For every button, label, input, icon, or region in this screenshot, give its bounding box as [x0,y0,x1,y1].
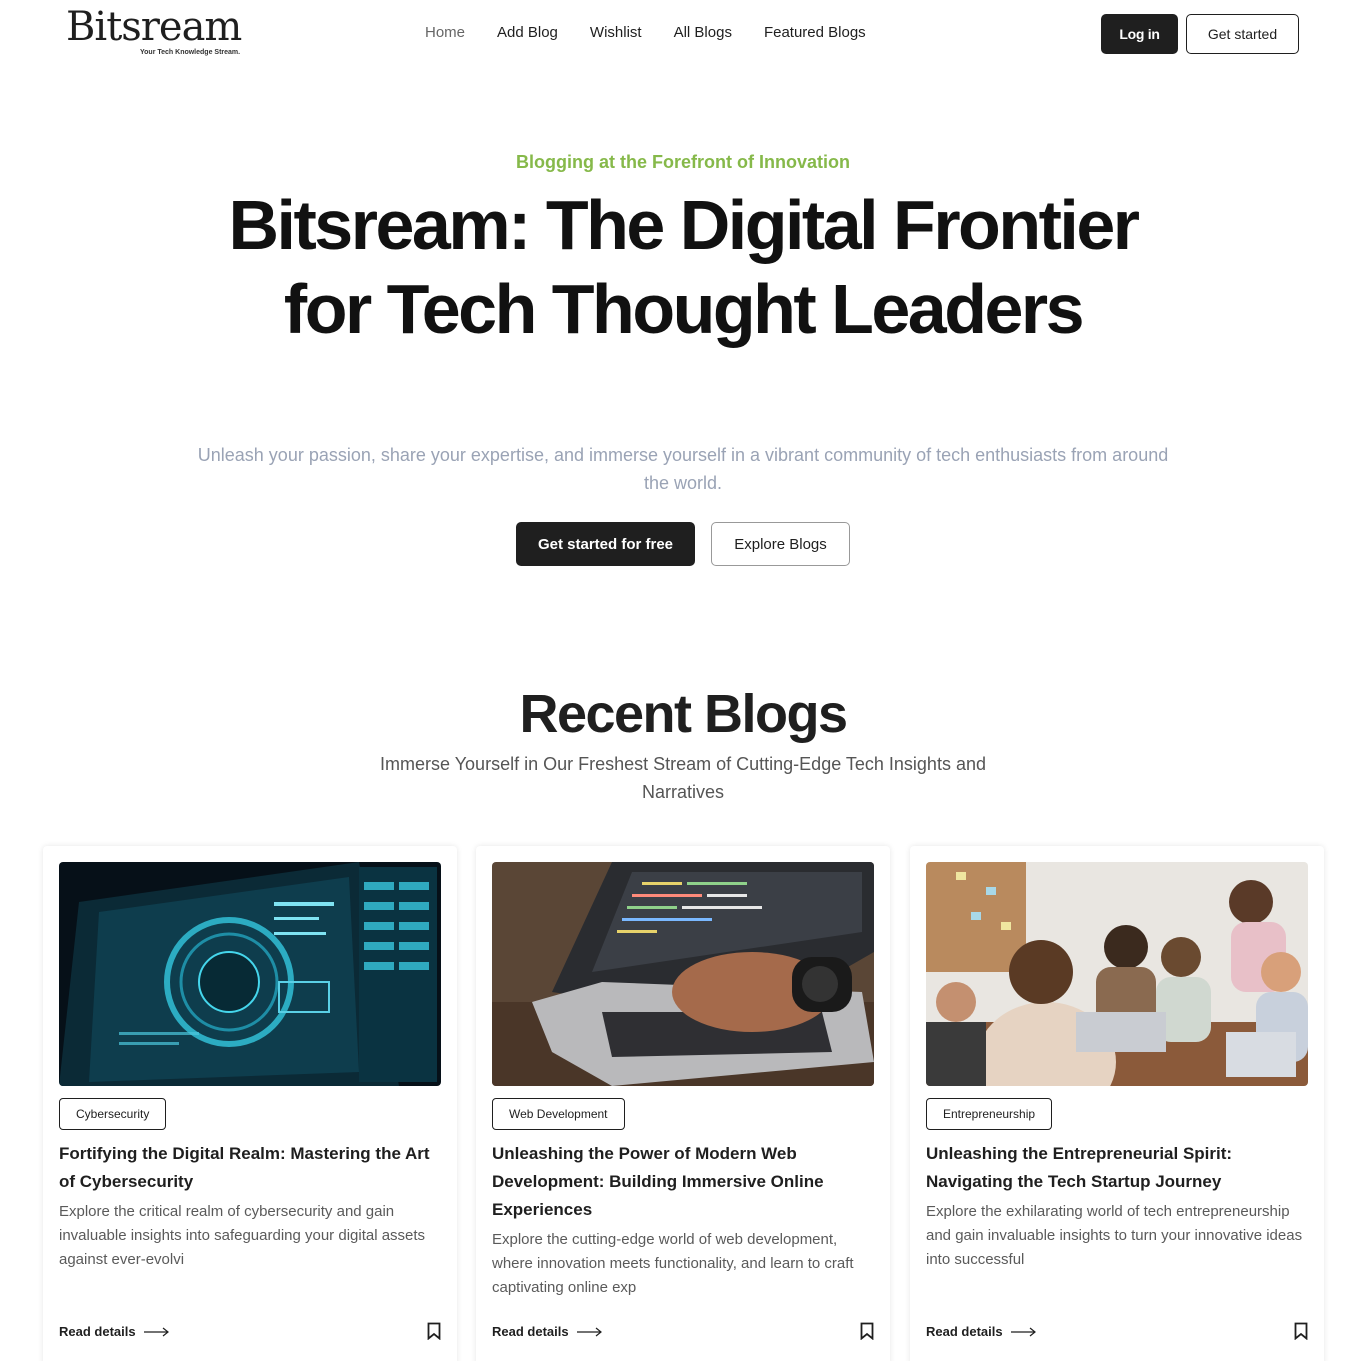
nav-wishlist[interactable]: Wishlist [590,24,642,41]
blog-card-description: Explore the critical realm of cybersecur… [59,1203,426,1268]
blog-card-description: Explore the exhilarating world of tech e… [926,1203,1303,1268]
blog-card: Entrepreneurship Unleashing the Entrepre… [910,846,1324,1361]
blog-card-title[interactable]: Unleashing the Entrepreneurial Spirit: N… [926,1140,1310,1196]
blog-card-image-entrepreneurship[interactable] [926,862,1308,1086]
recent-blogs-subtitle: Immerse Yourself in Our Freshest Stream … [380,754,986,802]
category-badge[interactable]: Entrepreneurship [926,1098,1053,1130]
get-started-button[interactable]: Get started [1186,14,1299,54]
bookmark-icon[interactable] [427,1322,441,1340]
brand-name: Bitsream [66,4,242,50]
nav-add-blog[interactable]: Add Blog [497,24,558,41]
nav-home[interactable]: Home [425,24,465,41]
arrow-right-icon [143,1327,169,1336]
category-badge[interactable]: Cybersecurity [59,1098,167,1130]
read-details-link[interactable]: Read details [59,1324,170,1339]
login-button[interactable]: Log in [1101,14,1178,54]
explore-blogs-button[interactable]: Explore Blogs [711,522,850,566]
hero-eyebrow: Blogging at the Forefront of Innovation [516,152,850,172]
nav-all-blogs[interactable]: All Blogs [674,24,732,41]
blog-card-image-cybersecurity[interactable] [59,862,441,1086]
brand-tagline: Your Tech Knowledge Stream. [140,49,241,56]
blog-card-image-web-development[interactable] [492,862,874,1086]
read-details-label: Read details [492,1324,569,1339]
category-badge[interactable]: Web Development [492,1098,625,1130]
get-started-free-button[interactable]: Get started for free [516,522,695,566]
hero-subtitle: Unleash your passion, share your experti… [197,445,1169,493]
site-header: Bitsream Your Tech Knowledge Stream. Hom… [0,0,1366,70]
arrow-right-icon [576,1327,602,1336]
recent-blogs-title: Recent Blogs [519,684,848,744]
nav-featured-blogs[interactable]: Featured Blogs [764,24,866,41]
blog-card-description: Explore the cutting-edge world of web de… [492,1231,854,1296]
brand-logo[interactable]: Bitsream Your Tech Knowledge Stream. [66,4,242,56]
read-details-label: Read details [59,1324,136,1339]
bookmark-icon[interactable] [1294,1322,1308,1340]
read-details-link[interactable]: Read details [926,1324,1037,1339]
bookmark-icon[interactable] [860,1322,874,1340]
read-details-label: Read details [926,1324,1003,1339]
arrow-right-icon [1010,1327,1036,1336]
blog-card: Web Development Unleashing the Power of … [476,846,890,1361]
hero-actions: Get started for free Explore Blogs [0,522,1366,566]
main-nav: Home Add Blog Wishlist All Blogs Feature… [425,24,898,41]
blog-card-title[interactable]: Unleashing the Power of Modern Web Devel… [492,1140,876,1224]
blog-card-title[interactable]: Fortifying the Digital Realm: Mastering … [59,1140,443,1196]
read-details-link[interactable]: Read details [492,1324,603,1339]
blog-card: Cybersecurity Fortifying the Digital Rea… [43,846,457,1361]
hero-title: Bitsream: The Digital Frontier for Tech … [228,186,1140,348]
